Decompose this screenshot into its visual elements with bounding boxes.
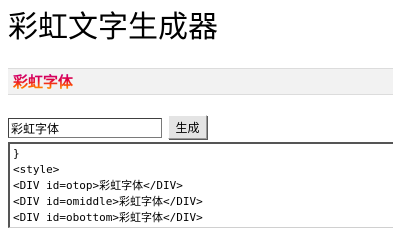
code-line: <DIV id=obottom>彩虹字体</DIV> [13, 211, 203, 224]
rainbow-preview-bar: 彩虹字体 [8, 68, 393, 95]
code-output-textarea[interactable]: } <style> <DIV id=otop>彩虹字体</DIV> <DIV i… [8, 142, 393, 228]
page-title: 彩虹文字生成器 [8, 10, 218, 45]
code-line: } [13, 147, 20, 160]
rainbow-preview-text: 彩虹字体 [13, 73, 74, 91]
page: 彩虹文字生成器 彩虹字体 生成 } <style> <DIV id=otop>彩… [0, 0, 393, 242]
code-line: <DIV id=otop>彩虹字体</DIV> [13, 179, 183, 192]
generate-button[interactable]: 生成 [168, 115, 207, 139]
code-line: <DIV id=omiddle>彩虹字体</DIV> [13, 195, 203, 208]
text-input[interactable] [8, 118, 162, 138]
code-line: <style> [13, 163, 60, 176]
